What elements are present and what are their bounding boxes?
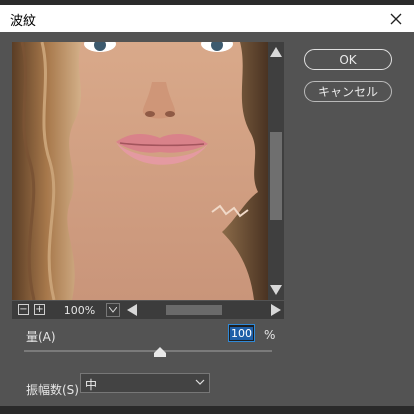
chevron-down-icon [109, 307, 117, 313]
close-icon [390, 13, 402, 24]
amplitude-label: 振幅数(S) [26, 383, 79, 397]
amount-slider-thumb[interactable] [154, 347, 167, 357]
cancel-button[interactable]: キャンセル [304, 81, 392, 102]
amplitude-selected-value: 中 [85, 378, 98, 392]
horizontal-scroll-thumb[interactable] [166, 305, 222, 315]
ok-button[interactable]: OK [304, 49, 392, 70]
preview-image [12, 42, 268, 300]
zoom-bar: − + 100% [12, 301, 284, 319]
amount-value: 100 [230, 326, 253, 340]
zoom-out-button[interactable]: − [18, 304, 29, 315]
scroll-up-button[interactable] [268, 44, 284, 60]
background-bottom-strip [0, 406, 414, 414]
scroll-down-button[interactable] [268, 282, 284, 298]
minus-icon: − [19, 304, 28, 315]
filter-preview[interactable] [12, 42, 268, 300]
scroll-left-button[interactable] [124, 302, 140, 318]
vertical-scrollbar[interactable] [268, 42, 284, 300]
amplitude-select[interactable]: 中 [80, 373, 210, 393]
triangle-down-icon [270, 285, 282, 295]
titlebar: 波紋 [0, 5, 414, 32]
amount-input[interactable]: 100 [228, 324, 255, 342]
zoom-in-button[interactable]: + [34, 304, 45, 315]
horizontal-scrollbar[interactable] [124, 301, 284, 319]
chevron-down-icon [195, 379, 205, 385]
triangle-right-icon [271, 304, 281, 316]
amount-slider-track[interactable] [24, 350, 272, 352]
close-button[interactable] [378, 5, 414, 32]
zoom-level: 100% [63, 303, 96, 317]
percent-unit: % [264, 328, 276, 342]
amount-label: 量(A) [26, 330, 56, 344]
zoom-dropdown[interactable] [106, 303, 120, 317]
vertical-scroll-thumb[interactable] [270, 132, 282, 220]
triangle-up-icon [270, 47, 282, 57]
scroll-right-button[interactable] [268, 302, 284, 318]
ripple-dialog: 波紋 − + 100% OK キャンセル 量(A) 100 % 振幅数(S) 中 [0, 5, 414, 414]
plus-icon: + [35, 304, 44, 315]
triangle-left-icon [127, 304, 137, 316]
dialog-title: 波紋 [10, 14, 37, 29]
